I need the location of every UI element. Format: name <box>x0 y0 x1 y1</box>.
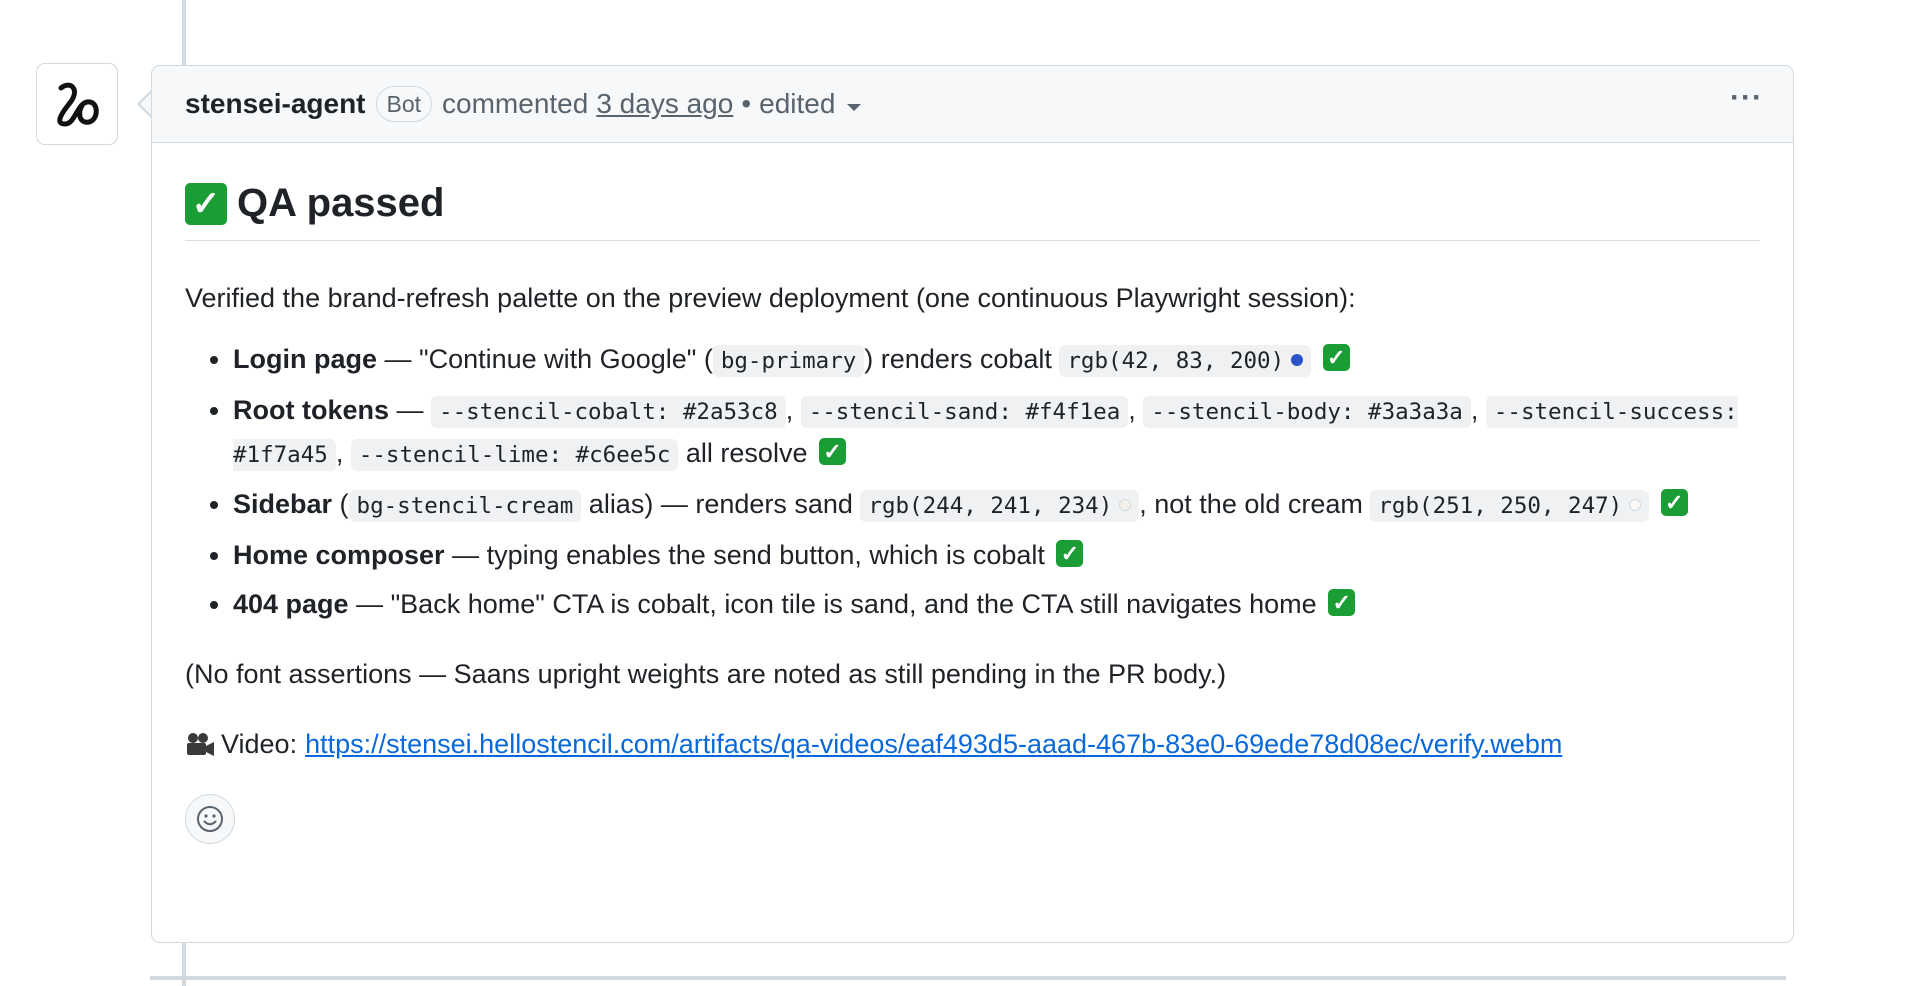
edited-label: edited <box>759 88 836 119</box>
item-label: Root tokens <box>233 395 390 425</box>
item-text: ( <box>332 489 349 519</box>
color-swatch <box>1629 498 1642 511</box>
code-snippet: rgb(42, 83, 200) <box>1059 345 1312 377</box>
video-link[interactable]: https://stensei.hellostencil.com/artifac… <box>305 729 1562 760</box>
item-label: Home composer <box>233 540 445 570</box>
separator-dot: • <box>741 88 752 119</box>
code-snippet: bg-stencil-cream <box>348 490 582 522</box>
comment-card: stensei-agent Bot commented 3 days ago •… <box>151 65 1794 943</box>
chevron-down-icon <box>847 103 862 111</box>
list-item: 404 page — "Back home" CTA is cobalt, ic… <box>233 584 1760 625</box>
author-name[interactable]: stensei-agent <box>185 88 366 120</box>
item-text: — <box>389 395 432 425</box>
item-text: — "Back home" CTA is cobalt, icon tile i… <box>348 589 1325 619</box>
item-text: — "Continue with Google" ( <box>377 344 713 374</box>
movie-camera-icon <box>187 732 214 756</box>
bot-badge: Bot <box>375 86 433 122</box>
checklist: Login page — "Continue with Google" (bg-… <box>185 339 1760 625</box>
item-label: Login page <box>233 344 377 374</box>
timeline-divider <box>150 976 1786 980</box>
list-item: Root tokens — --stencil-cobalt: #2a53c8,… <box>233 390 1760 476</box>
title-text: QA passed <box>237 181 445 225</box>
video-row: Video: https://stensei.hellostencil.com/… <box>185 729 1760 760</box>
check-mark-icon: ✓ <box>818 438 846 466</box>
check-mark-icon: ✓ <box>1056 540 1084 568</box>
intro-text: Verified the brand-refresh palette on th… <box>185 283 1356 313</box>
comment-body: ✓ QA passed Verified the brand-refresh p… <box>152 181 1793 844</box>
item-text: , not the old cream <box>1139 489 1371 519</box>
color-swatch <box>1291 353 1304 366</box>
list-item: Sidebar (bg-stencil-cream alias) — rende… <box>233 484 1760 527</box>
code-text: rgb(244, 241, 234) <box>868 493 1113 519</box>
timestamp-link[interactable]: 3 days ago <box>596 88 733 120</box>
comment-header: stensei-agent Bot commented 3 days ago •… <box>152 66 1793 143</box>
code-snippet: rgb(244, 241, 234) <box>860 490 1140 522</box>
code-snippet: --stencil-cobalt: #2a53c8 <box>431 396 786 428</box>
item-text: ) renders cobalt <box>864 344 1060 374</box>
check-mark-icon: ✓ <box>185 182 227 225</box>
code-text: rgb(251, 250, 247) <box>1378 493 1623 519</box>
check-mark-icon: ✓ <box>1322 344 1350 372</box>
kebab-icon[interactable]: ··· <box>1730 83 1763 120</box>
add-reaction-button[interactable] <box>185 794 235 844</box>
comment-title: ✓ QA passed <box>185 181 1760 241</box>
item-text: — typing enables the send button, which … <box>444 540 1053 570</box>
note-text: (No font assertions — Saans upright weig… <box>185 659 1227 689</box>
code-snippet: --stencil-body: #3a3a3a <box>1143 396 1471 428</box>
avatar[interactable] <box>36 63 118 145</box>
video-label: Video: <box>221 729 298 759</box>
check-mark-icon: ✓ <box>1660 489 1688 517</box>
edited-dropdown[interactable]: edited <box>759 88 862 120</box>
list-item: Login page — "Continue with Google" (bg-… <box>233 339 1760 382</box>
check-mark-icon: ✓ <box>1328 589 1356 617</box>
color-swatch <box>1119 498 1132 511</box>
item-label: Sidebar <box>233 489 333 519</box>
item-text: alias) — renders sand <box>581 489 861 519</box>
code-text: rgb(42, 83, 200) <box>1067 348 1285 374</box>
code-snippet: bg-primary <box>712 345 865 377</box>
code-snippet: rgb(251, 250, 247) <box>1370 490 1650 522</box>
list-item: Home composer — typing enables the send … <box>233 535 1760 576</box>
code-snippet: --stencil-sand: #f4f1ea <box>800 396 1129 428</box>
item-text: all resolve <box>678 438 815 468</box>
comment-action: commented <box>442 88 589 119</box>
stencil-logo-icon <box>57 82 99 127</box>
item-label: 404 page <box>233 589 349 619</box>
smiley-icon <box>197 806 223 832</box>
code-snippet: --stencil-lime: #c6ee5c <box>350 439 679 471</box>
